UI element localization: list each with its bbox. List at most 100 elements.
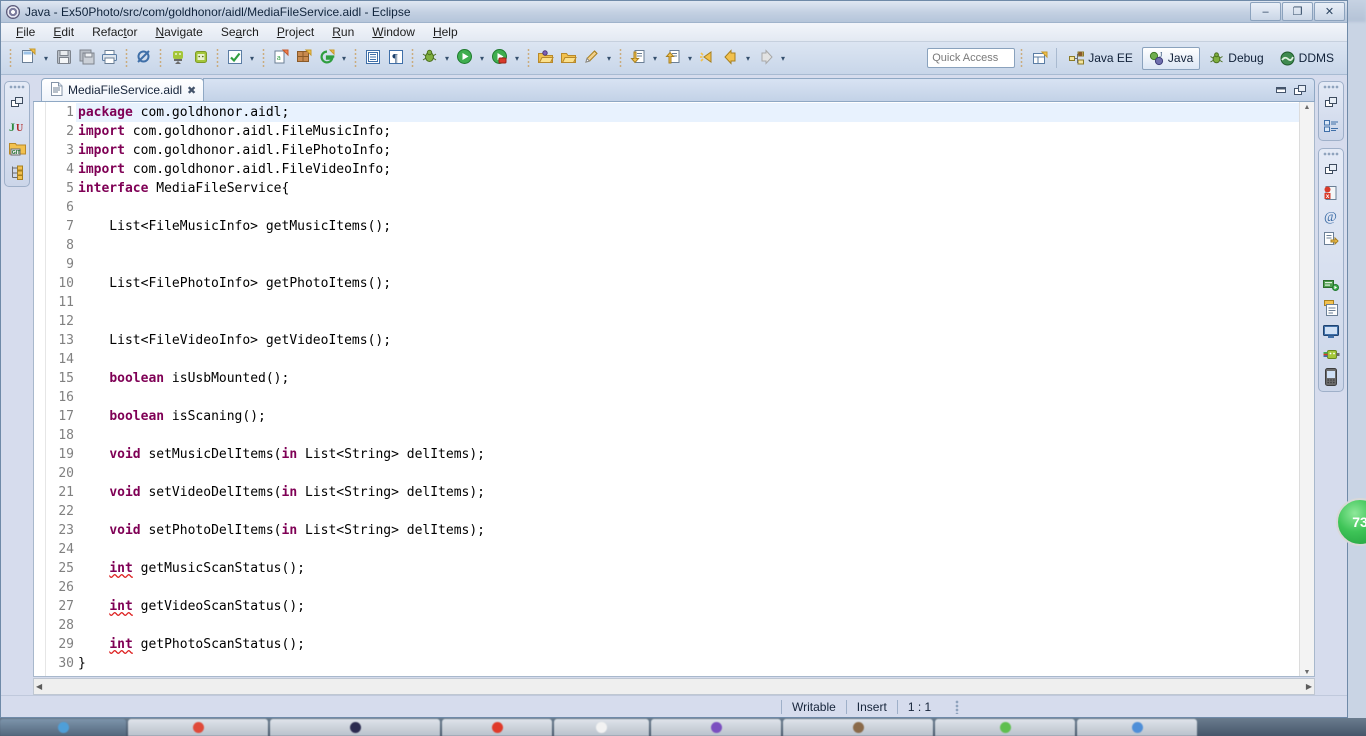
- code-line[interactable]: [76, 464, 1299, 483]
- code-line[interactable]: [76, 312, 1299, 331]
- chevron-down-icon[interactable]: ▾: [684, 47, 696, 70]
- windows-taskbar[interactable]: [0, 718, 1366, 736]
- toggle-breakpoint-skip-button[interactable]: [132, 47, 155, 70]
- chevron-down-icon[interactable]: ▾: [441, 47, 453, 70]
- open-perspective-button[interactable]: [1028, 47, 1051, 70]
- code-line[interactable]: [76, 388, 1299, 407]
- perspective-java-ee[interactable]: Java EE: [1062, 47, 1140, 70]
- menu-item-search[interactable]: Search: [212, 23, 268, 41]
- start-orb[interactable]: [0, 718, 126, 736]
- run-external-tools-button[interactable]: [488, 47, 511, 70]
- chevron-down-icon[interactable]: ▾: [777, 47, 789, 70]
- open-task-button[interactable]: [361, 47, 384, 70]
- save-button[interactable]: [52, 47, 75, 70]
- lint-warnings-button[interactable]: [223, 47, 246, 70]
- maximize-editor-button[interactable]: [1292, 82, 1308, 98]
- code-line[interactable]: [76, 293, 1299, 312]
- next-annotation-button[interactable]: [661, 47, 684, 70]
- fastview-grip[interactable]: [9, 85, 25, 89]
- vertical-scrollbar[interactable]: ▲ ▼: [1299, 102, 1314, 676]
- declaration-view[interactable]: [1322, 230, 1340, 248]
- code-line[interactable]: [76, 426, 1299, 445]
- code-line[interactable]: int getVideoScanStatus();: [76, 597, 1299, 616]
- chevron-down-icon[interactable]: ▾: [649, 47, 661, 70]
- chevron-down-icon[interactable]: ▾: [476, 47, 488, 70]
- taskbar-item-3[interactable]: [442, 718, 552, 736]
- minimize-button[interactable]: –: [1250, 2, 1281, 21]
- marker-ruler[interactable]: [34, 102, 46, 676]
- new-wizard-button[interactable]: [17, 47, 40, 70]
- menu-item-project[interactable]: Project: [268, 23, 323, 41]
- toolbar-group-grip[interactable]: [125, 48, 128, 68]
- emulator-control-view[interactable]: [1322, 345, 1340, 363]
- outline-view[interactable]: [1322, 117, 1340, 135]
- fastview-grip[interactable]: [1323, 152, 1339, 156]
- debug-button[interactable]: [418, 47, 441, 70]
- new-android-activity-button[interactable]: [292, 47, 315, 70]
- code-line[interactable]: interface MediaFileService{: [76, 179, 1299, 198]
- git-repositories-view[interactable]: GIT: [8, 140, 26, 158]
- code-line[interactable]: boolean isScaning();: [76, 407, 1299, 426]
- perspective-java[interactable]: J Java: [1141, 46, 1201, 70]
- restore-view[interactable]: [1322, 94, 1340, 112]
- code-line[interactable]: boolean isUsbMounted();: [76, 369, 1299, 388]
- code-line[interactable]: import com.goldhonor.aidl.FilePhotoInfo;: [76, 141, 1299, 160]
- code-line[interactable]: [76, 540, 1299, 559]
- code-line[interactable]: [76, 350, 1299, 369]
- navigate-back-button[interactable]: [719, 47, 742, 70]
- navigate-forward-button[interactable]: [754, 47, 777, 70]
- restore-view[interactable]: [8, 94, 26, 112]
- scroll-right-arrow[interactable]: ▶: [1306, 682, 1312, 691]
- menu-item-help[interactable]: Help: [424, 23, 467, 41]
- taskbar-item-5[interactable]: [651, 718, 781, 736]
- junit-view[interactable]: JU: [8, 117, 26, 135]
- toolbar-group-grip[interactable]: [411, 48, 414, 68]
- android-virtual-device-manager-button[interactable]: [189, 47, 212, 70]
- print-button[interactable]: [98, 47, 121, 70]
- taskbar-item-6[interactable]: [783, 718, 933, 736]
- code-line[interactable]: void setVideoDelItems(in List<String> de…: [76, 483, 1299, 502]
- menu-item-refactor[interactable]: Refactor: [83, 23, 146, 41]
- restore-view[interactable]: [1322, 161, 1340, 179]
- scroll-up-arrow[interactable]: ▲: [1304, 104, 1311, 111]
- back-to-last-edit-button[interactable]: [696, 47, 719, 70]
- menu-item-edit[interactable]: Edit: [44, 23, 83, 41]
- perspective-debug[interactable]: Debug: [1202, 47, 1270, 70]
- menu-item-file[interactable]: File: [7, 23, 44, 41]
- new-android-xml-file-button[interactable]: a: [269, 47, 292, 70]
- editor-tab-mediafileservice[interactable]: MediaFileService.aidl ✖: [41, 78, 205, 101]
- menu-item-window[interactable]: Window: [363, 23, 424, 41]
- logcat-view[interactable]: [1322, 322, 1340, 340]
- toolbar-group-grip[interactable]: [262, 48, 265, 68]
- previous-annotation-button[interactable]: [626, 47, 649, 70]
- title-bar[interactable]: Java - Ex50Photo/src/com/goldhonor/aidl/…: [1, 1, 1347, 23]
- chevron-down-icon[interactable]: ▾: [246, 47, 258, 70]
- toolbar-group-grip[interactable]: [354, 48, 357, 68]
- problems-view[interactable]: x: [1322, 184, 1340, 202]
- code-line[interactable]: [76, 198, 1299, 217]
- taskbar-item-7[interactable]: [935, 718, 1075, 736]
- code-line[interactable]: [76, 578, 1299, 597]
- new-java-project-button[interactable]: [557, 47, 580, 70]
- menu-item-navigate[interactable]: Navigate: [146, 23, 211, 41]
- horizontal-scrollbar[interactable]: ◀ ▶: [33, 678, 1315, 695]
- javadoc-view[interactable]: @: [1322, 207, 1340, 225]
- scroll-left-arrow[interactable]: ◀: [36, 682, 42, 691]
- source-editor[interactable]: 1 2 3 4 5 6 7 8 9 10 11 12 13 14 15 16 17 18 19 20 21 22 23 24 2…: [33, 102, 1315, 677]
- code-line[interactable]: List<FileVideoInfo> getVideoItems();: [76, 331, 1299, 350]
- package-explorer-view[interactable]: [8, 163, 26, 181]
- code-line[interactable]: List<FileMusicInfo> getMusicItems();: [76, 217, 1299, 236]
- chevron-down-icon[interactable]: ▾: [603, 47, 615, 70]
- code-line[interactable]: void setPhotoDelItems(in List<String> de…: [76, 521, 1299, 540]
- taskbar-item-4[interactable]: [554, 718, 649, 736]
- android-sdk-manager-button[interactable]: [166, 47, 189, 70]
- search-view[interactable]: [1322, 253, 1340, 271]
- toolbar-group-grip[interactable]: [159, 48, 162, 68]
- code-line[interactable]: [76, 502, 1299, 521]
- chevron-down-icon[interactable]: ▾: [338, 47, 350, 70]
- taskbar-item-2[interactable]: [270, 718, 440, 736]
- toolbar-group-grip[interactable]: [527, 48, 530, 68]
- minimize-editor-button[interactable]: [1273, 82, 1289, 98]
- code-line[interactable]: [76, 616, 1299, 635]
- code-line[interactable]: import com.goldhonor.aidl.FileVideoInfo;: [76, 160, 1299, 179]
